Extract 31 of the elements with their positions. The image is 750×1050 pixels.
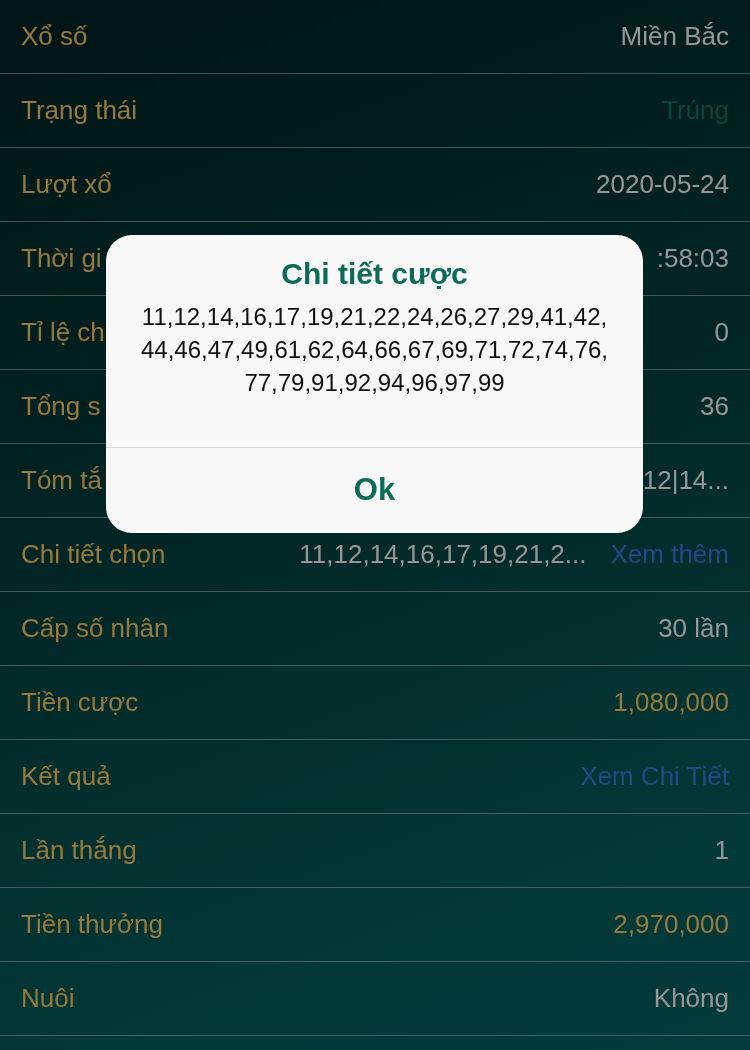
row-value: 30 lần xyxy=(658,612,729,645)
row-label: Thời gi xyxy=(21,242,102,275)
row-value: 1 xyxy=(714,834,729,867)
see-more-link[interactable]: Xem Chi Tiết xyxy=(580,757,729,796)
row-value: 0 xyxy=(714,316,729,349)
row-value: Không xyxy=(653,982,729,1015)
row-value: 12|14... xyxy=(642,464,729,497)
row-label: Tiền thưởng xyxy=(21,908,163,941)
row-label: Tổng s xyxy=(21,390,101,423)
row-label: Kết quả xyxy=(21,760,111,793)
row-value: 2,970,000 xyxy=(613,908,729,941)
row-label: Cấp số nhân xyxy=(21,612,169,645)
row-label: Trạng thái xyxy=(21,94,138,127)
row-value: :58:03 xyxy=(656,242,729,275)
row-label: Nuôi xyxy=(21,982,75,1015)
row-label: Lần thắng xyxy=(21,834,137,867)
dialog-message: 11,12,14,16,17,19,21,22,24,26,27,29,41,42,44,46,47,49,61,62,64,66,67,69,71,72,74,76,77,79,91,92,94,96,97,99 xyxy=(139,302,610,398)
row-label: Lượt xổ xyxy=(21,168,112,201)
row-label: Xổ số xyxy=(21,20,88,53)
row-label: Tiền cược xyxy=(21,686,139,719)
row-label: Chi tiết chọn xyxy=(21,538,166,571)
row-value: 1,080,000 xyxy=(613,686,729,719)
row-value: 36 xyxy=(700,390,729,423)
row-value: 2020-05-24 xyxy=(596,168,729,201)
row-value: 11,12,14,16,17,19,21,2... xyxy=(299,538,587,571)
row-value: Miền Bắc xyxy=(620,20,729,53)
dialog-title: Chi tiết cược xyxy=(280,256,469,292)
row-label: Tỉ lệ ch xyxy=(21,316,105,349)
row-label: Tóm tắ xyxy=(21,464,102,497)
ok-button[interactable]: Ok xyxy=(106,447,643,533)
see-more-link[interactable]: Xem thêm xyxy=(610,535,729,574)
